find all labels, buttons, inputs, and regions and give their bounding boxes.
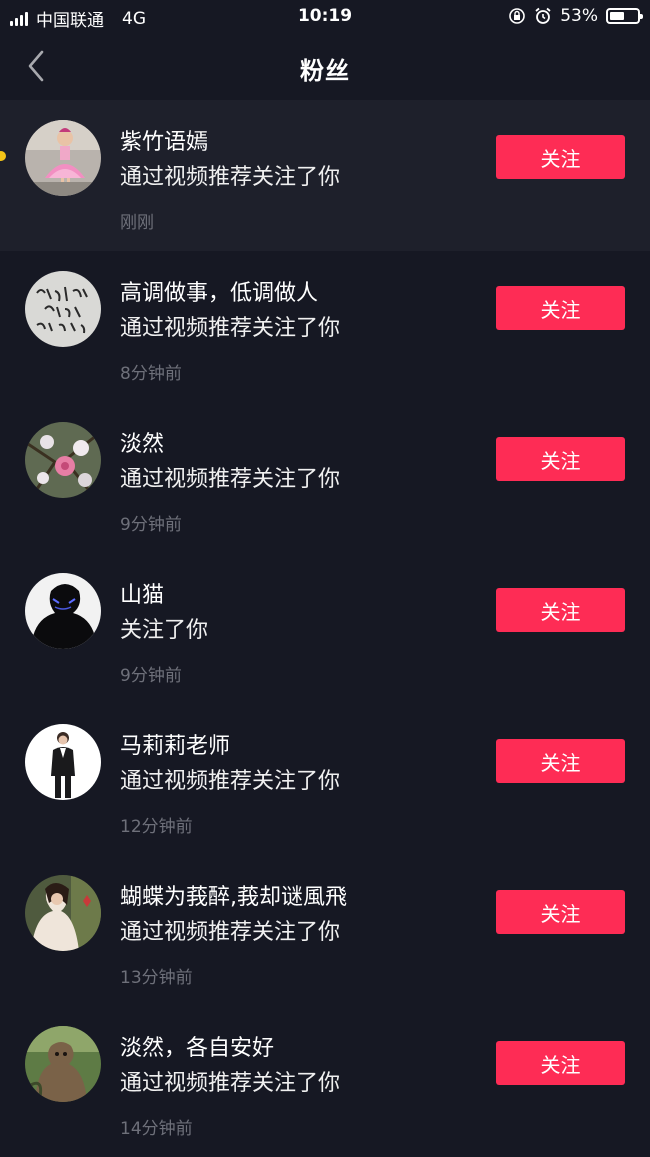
follow-button[interactable]: 关注 bbox=[496, 739, 625, 783]
follower-row[interactable]: 紫竹语嫣 通过视频推荐关注了你 刚刚 关注 bbox=[0, 100, 650, 251]
follower-row[interactable]: 马莉莉老师 通过视频推荐关注了你 12分钟前 关注 bbox=[0, 704, 650, 855]
follow-button[interactable]: 关注 bbox=[496, 890, 625, 934]
follow-button[interactable]: 关注 bbox=[496, 135, 625, 179]
follow-time: 8分钟前 bbox=[120, 364, 182, 384]
avatar[interactable] bbox=[25, 724, 101, 800]
alarm-icon bbox=[535, 7, 551, 24]
avatar-girl-pink-dress-icon bbox=[25, 120, 101, 196]
follow-description: 通过视频推荐关注了你 bbox=[120, 769, 341, 794]
avatar[interactable] bbox=[25, 271, 101, 347]
avatar-monkey-icon bbox=[25, 1026, 101, 1102]
follower-name[interactable]: 淡然 bbox=[120, 426, 164, 458]
follower-name[interactable]: 紫竹语嫣 bbox=[120, 124, 208, 156]
follower-name[interactable]: 马莉莉老师 bbox=[120, 728, 230, 760]
page-title: 粉丝 bbox=[300, 57, 350, 85]
avatar-calligraphy-icon bbox=[25, 271, 101, 347]
follow-time: 9分钟前 bbox=[120, 515, 182, 535]
status-bar: 中国联通 4G 10:19 53% bbox=[0, 0, 650, 34]
avatar[interactable] bbox=[25, 573, 101, 649]
avatar-flowers-icon bbox=[25, 422, 101, 498]
avatar[interactable] bbox=[25, 422, 101, 498]
follow-description: 关注了你 bbox=[120, 618, 209, 643]
avatar[interactable] bbox=[25, 875, 101, 951]
follow-button[interactable]: 关注 bbox=[496, 1041, 625, 1085]
avatar-woman-photo-icon bbox=[25, 875, 101, 951]
follower-name[interactable]: 山猫 bbox=[120, 577, 164, 609]
follower-row[interactable]: 山猫 关注了你 9分钟前 关注 bbox=[0, 553, 650, 704]
follower-name[interactable]: 高调做事，低调做人 bbox=[120, 275, 318, 307]
battery-icon bbox=[606, 8, 643, 24]
follow-description: 通过视频推荐关注了你 bbox=[120, 1071, 341, 1096]
followers-list: 紫竹语嫣 通过视频推荐关注了你 刚刚 关注 高调做事，低调做人 通过视频推荐关注… bbox=[0, 100, 650, 1157]
unread-indicator bbox=[0, 151, 6, 161]
follower-row[interactable]: 高调做事，低调做人 通过视频推荐关注了你 8分钟前 关注 bbox=[0, 251, 650, 402]
status-right: 53% bbox=[508, 6, 643, 26]
follow-time: 14分钟前 bbox=[120, 1119, 193, 1139]
follow-time: 9分钟前 bbox=[120, 666, 182, 686]
follower-row[interactable]: 淡然，各自安好 通过视频推荐关注了你 14分钟前 关注 bbox=[0, 1006, 650, 1157]
follower-name[interactable]: 淡然，各自安好 bbox=[120, 1030, 274, 1062]
follow-description: 通过视频推荐关注了你 bbox=[120, 165, 341, 190]
follower-row[interactable]: 蝴蝶为莪醉,莪却谜風飛 通过视频推荐关注了你 13分钟前 关注 bbox=[0, 855, 650, 1006]
follow-time: 12分钟前 bbox=[120, 817, 193, 837]
follow-description: 通过视频推荐关注了你 bbox=[120, 467, 341, 492]
follow-button[interactable]: 关注 bbox=[496, 437, 625, 481]
follow-time: 13分钟前 bbox=[120, 968, 193, 988]
follower-row[interactable]: 淡然 通过视频推荐关注了你 9分钟前 关注 bbox=[0, 402, 650, 553]
follower-name[interactable]: 蝴蝶为莪醉,莪却谜風飛 bbox=[120, 879, 347, 911]
orientation-lock-icon bbox=[509, 8, 526, 24]
follow-time: 刚刚 bbox=[120, 213, 154, 233]
avatar[interactable] bbox=[25, 1026, 101, 1102]
nav-bar: 粉丝 bbox=[0, 34, 650, 100]
follow-button[interactable]: 关注 bbox=[496, 286, 625, 330]
avatar[interactable] bbox=[25, 120, 101, 196]
battery-percent: 53% bbox=[560, 6, 598, 26]
follow-description: 通过视频推荐关注了你 bbox=[120, 316, 341, 341]
follow-description: 通过视频推荐关注了你 bbox=[120, 920, 341, 945]
avatar-dark-mask-icon bbox=[25, 573, 101, 649]
follow-button[interactable]: 关注 bbox=[496, 588, 625, 632]
avatar-woman-suit-icon bbox=[25, 724, 101, 800]
